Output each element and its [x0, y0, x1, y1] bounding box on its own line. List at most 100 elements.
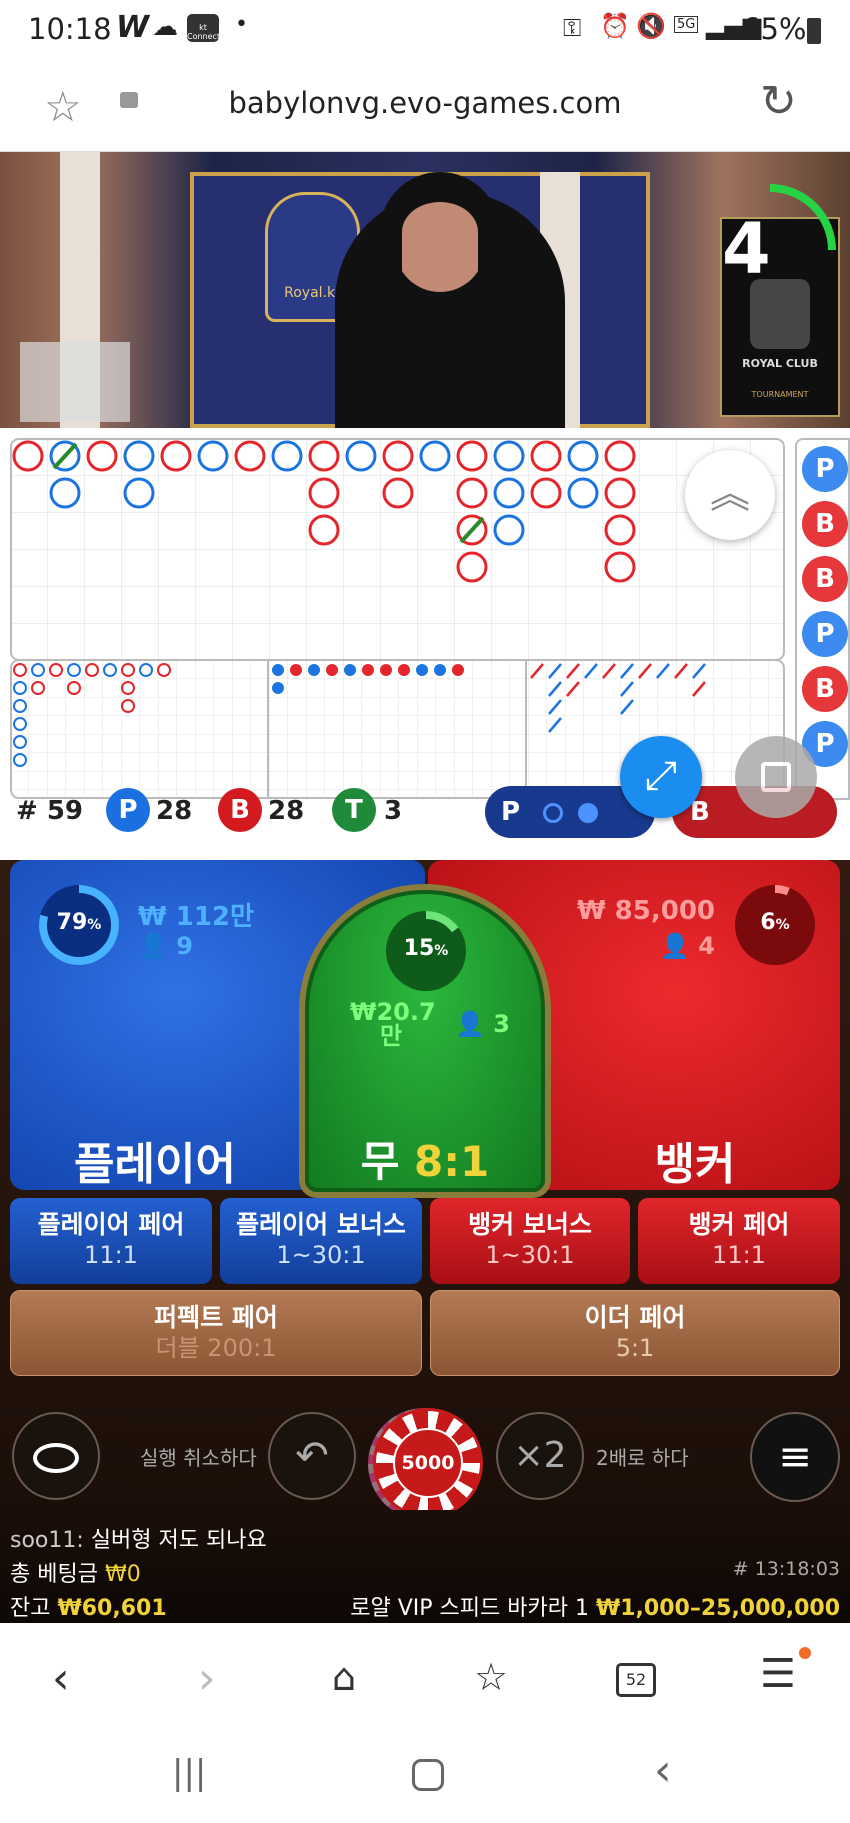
battery-icon [807, 18, 821, 44]
pct-sign: % [775, 917, 790, 933]
banker-pct-value: 6 [760, 910, 776, 935]
banker-badge: B [218, 788, 262, 832]
player-pct-value: 79 [56, 910, 88, 935]
perfect-pair-button[interactable]: 퍼펙트 페어 더블 200:1 [10, 1290, 422, 1376]
player-label: 플레이어 [74, 1139, 236, 1190]
menu-button[interactable]: ≡ [750, 1412, 840, 1502]
tie-label-group: 무 8:1 [305, 1128, 545, 1189]
tie-amount-line2: 만 [380, 1022, 403, 1050]
tie-odds: 8:1 [414, 1137, 490, 1186]
bead-b: B [802, 556, 848, 602]
banker-bonus-odds: 1~30:1 [485, 1241, 575, 1269]
user-icon: 👤 [138, 932, 168, 960]
double-label: 2배로 하다 [596, 1446, 689, 1470]
predict-ring-icon [543, 802, 564, 823]
dealer-hair [380, 172, 500, 352]
card-shoe [20, 342, 130, 422]
recents-icon[interactable]: ||| [172, 1753, 206, 1793]
shoe-count: # 59 [16, 796, 84, 826]
chip-value: 5000 [393, 1428, 463, 1498]
tie-pct: 15% [383, 936, 469, 961]
player-bettors: 👤 9 [138, 932, 193, 960]
banker-pct: 6% [732, 910, 818, 935]
address-bar: ☆ babylonvg.evo-games.com ↻ [0, 62, 850, 152]
home-icon[interactable]: ⌂ [332, 1655, 356, 1699]
banker-pair-button[interactable]: 뱅커 페어 11:1 [638, 1198, 840, 1284]
live-video: Royal.kr ROYAL CLUB TOURNAMENT 4 [0, 152, 850, 428]
balance-value: ₩60,601 [57, 1596, 167, 1621]
tie-badge: T [332, 788, 376, 832]
player-pair-button[interactable]: 플레이어 페어 11:1 [10, 1198, 212, 1284]
cloud-icon: ☁ [152, 12, 178, 42]
hamburger-icon: ≡ [778, 1434, 812, 1480]
player-bettors-count: 9 [176, 932, 193, 960]
player-bonus-label: 플레이어 보너스 [236, 1210, 406, 1239]
total-bet: 총 베팅금 ₩0 [10, 1556, 141, 1588]
banker-bonus-button[interactable]: 뱅커 보너스 1~30:1 [430, 1198, 630, 1284]
table-limits: ₩1,000–25,000,000 [595, 1596, 840, 1621]
pip-button[interactable] [735, 736, 817, 818]
mute-icon: 🔇 [636, 12, 666, 40]
sign-subtitle: TOURNAMENT [751, 390, 809, 399]
double-button[interactable]: ×2 [496, 1412, 584, 1500]
tabs-button[interactable]: 52 [616, 1663, 656, 1697]
app-icon-w: W [116, 10, 150, 45]
player-bonus-button[interactable]: 플레이어 보너스 1~30:1 [220, 1198, 422, 1284]
balance: 잔고 ₩60,601 [10, 1590, 167, 1622]
home-nav-icon[interactable] [412, 1759, 444, 1791]
scoreboard: ︽ P B B P B P # 59 P 28 B 28 T 3 P B ⤢ [0, 428, 850, 860]
table-info: 로얄 VIP 스피드 바카라 1 ₩1,000–25,000,000 [350, 1590, 840, 1622]
back-icon[interactable]: ‹ [52, 1653, 70, 1704]
user-icon: 👤 [455, 1010, 485, 1038]
bead-p: P [802, 611, 848, 657]
either-pair-odds: 5:1 [615, 1334, 655, 1362]
pct-sign: % [87, 917, 102, 933]
chat-message: soo11: 실버형 저도 되나요 [10, 1522, 267, 1554]
player-bonus-odds: 1~30:1 [276, 1241, 366, 1269]
player-count: 28 [156, 796, 193, 826]
player-bet-amount: ₩ 112만 [138, 902, 254, 932]
network-badge: 5G [674, 16, 699, 33]
bookmarks-icon[interactable]: ☆ [474, 1655, 508, 1699]
tie-bettors-count: 3 [493, 1010, 510, 1038]
alarm-icon: ⏰ [600, 12, 630, 40]
clock: 10:18 [28, 12, 112, 46]
reload-icon[interactable]: ↻ [760, 76, 797, 127]
chip-5000[interactable]: 5000 [373, 1408, 483, 1518]
tie-bettors: 👤 3 [455, 1010, 510, 1038]
bead-p: P [802, 446, 848, 492]
table-name: 로얄 VIP 스피드 바카라 1 [350, 1596, 589, 1621]
banker-pair-label: 뱅커 페어 [688, 1210, 790, 1239]
bead-b: B [802, 501, 848, 547]
player-pair-label: 플레이어 페어 [37, 1210, 185, 1239]
countdown-timer: 4 [722, 208, 771, 290]
chat-text: 실버형 저도 되나요 [90, 1528, 267, 1553]
sign-title: ROYAL CLUB [742, 357, 818, 370]
either-pair-label: 이더 페어 [584, 1303, 686, 1332]
forward-icon[interactable]: › [198, 1653, 216, 1704]
tie-count: 3 [384, 796, 403, 826]
predict-dot-icon [578, 802, 599, 823]
banker-pair-odds: 11:1 [712, 1241, 766, 1269]
chat-button[interactable] [12, 1412, 100, 1500]
balance-label: 잔고 [10, 1596, 51, 1621]
player-pair-odds: 11:1 [84, 1241, 138, 1269]
undo-button[interactable]: ↶ [268, 1412, 356, 1500]
carrier-logo: kt Connect [187, 14, 220, 42]
back-nav-icon[interactable]: ‹ [654, 1745, 672, 1796]
tie-bet-amount: ₩20.7 만 [350, 1000, 436, 1048]
url-text[interactable]: babylonvg.evo-games.com [0, 86, 850, 120]
battery-text: 65% [742, 12, 807, 46]
chat-user: soo11: [10, 1528, 84, 1553]
menu-icon[interactable]: ☰ [760, 1651, 796, 1697]
banker-bettors: 👤 4 [560, 932, 715, 960]
double-symbol: ×2 [513, 1435, 567, 1476]
banker-count: 28 [268, 796, 305, 826]
status-bar: 10:18 W ☁ kt Connect • ⚿ ⏰ 🔇 5G ▂▄▆ 65% [0, 0, 850, 62]
banker-bonus-label: 뱅커 보너스 [468, 1210, 592, 1239]
collapse-roads-button[interactable]: ︽ [685, 450, 775, 540]
either-pair-button[interactable]: 이더 페어 5:1 [430, 1290, 840, 1376]
chat-icon [33, 1442, 79, 1473]
dot-icon: • [235, 12, 248, 37]
expand-icon[interactable]: ⤢ [620, 736, 702, 818]
